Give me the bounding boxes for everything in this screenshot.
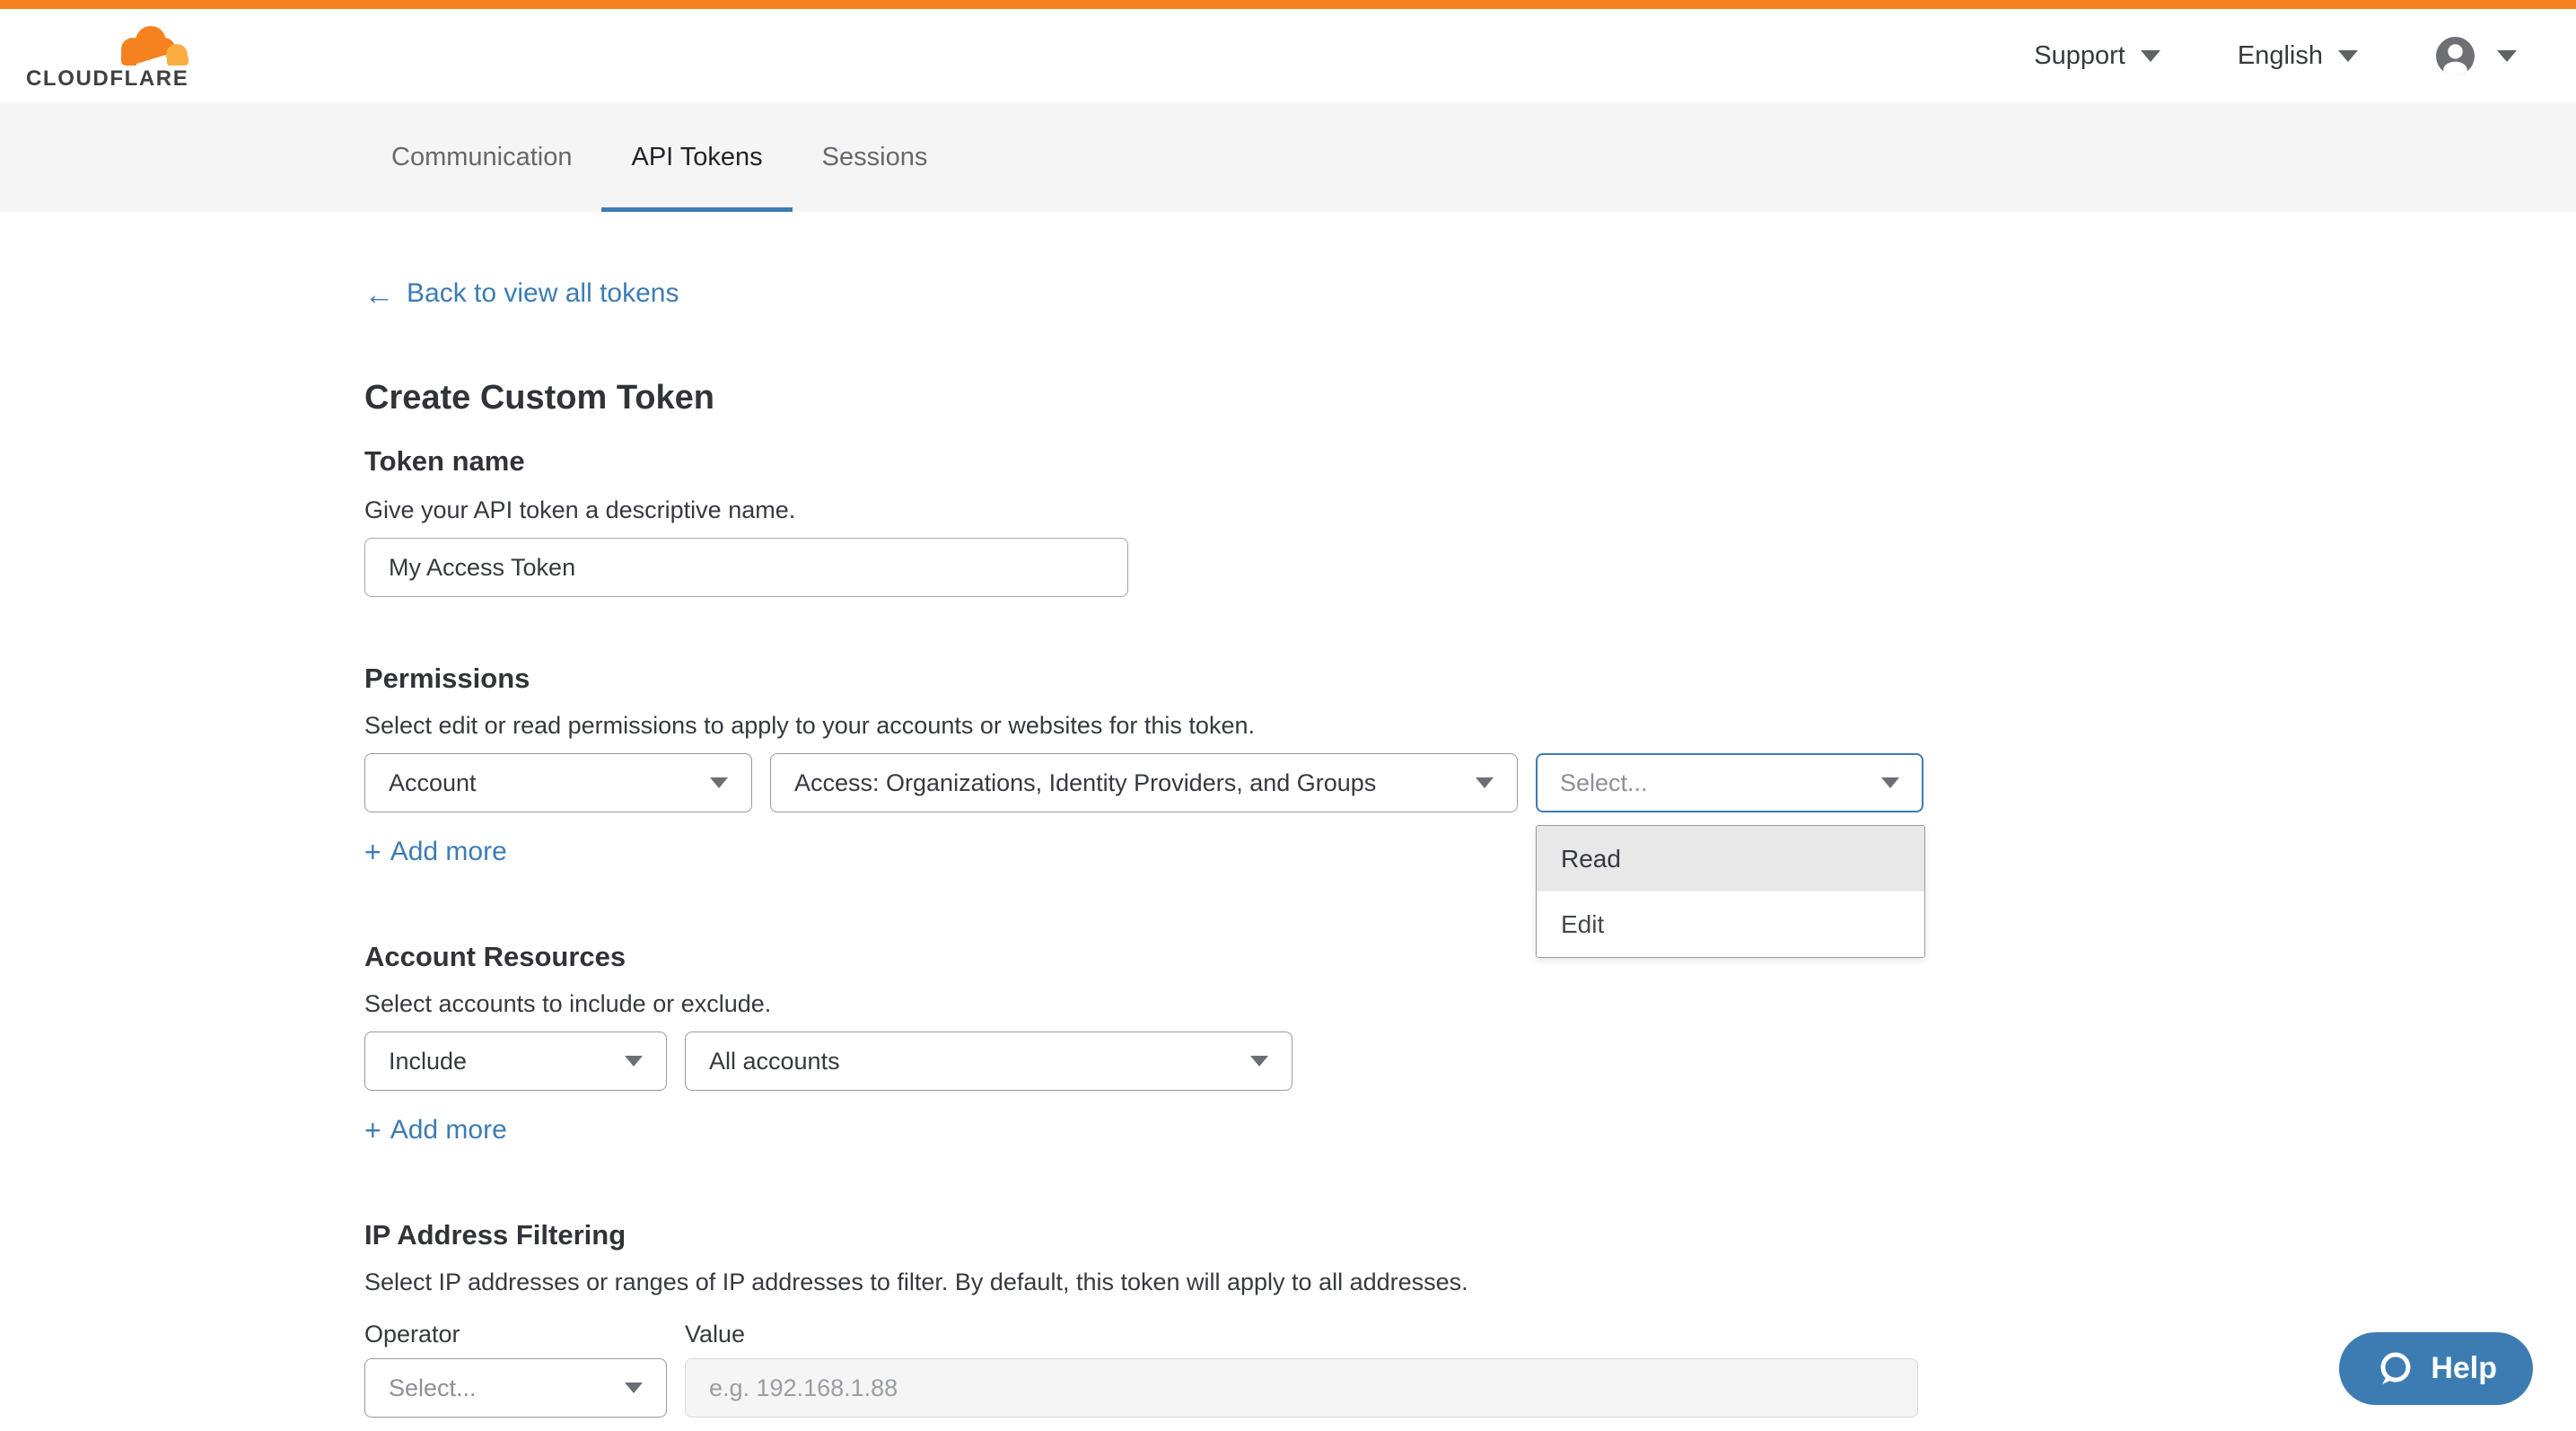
chevron-down-icon [710, 777, 728, 788]
back-link-label: Back to view all tokens [407, 277, 679, 310]
account-resources-row: Include All accounts [364, 1032, 2064, 1091]
chevron-down-icon [2141, 50, 2160, 62]
page-title: Create Custom Token [364, 378, 2064, 417]
ip-filtering-description: Select IP addresses or ranges of IP addr… [364, 1267, 2064, 1297]
back-arrow-icon: ← [364, 279, 394, 309]
chevron-down-icon [2338, 50, 2358, 62]
tab-communication[interactable]: Communication [362, 102, 601, 212]
plus-icon: + [364, 1116, 381, 1145]
permission-scope-select[interactable]: Account [364, 753, 752, 812]
tab-sessions[interactable]: Sessions [793, 102, 958, 212]
permissions-add-more-label: Add more [390, 836, 507, 868]
permissions-add-more-link[interactable]: + Add more [364, 836, 507, 868]
chevron-down-icon [1250, 1056, 1268, 1067]
value-label: Value [685, 1319, 745, 1349]
ip-field-labels: Operator Value [364, 1319, 2064, 1349]
token-name-heading: Token name [364, 444, 2064, 478]
language-menu[interactable]: English [2238, 41, 2358, 71]
top-accent-bar [0, 0, 2576, 9]
tab-api-tokens[interactable]: API Tokens [601, 102, 792, 212]
cloudflare-cloud-icon [111, 22, 192, 67]
chevron-down-icon [625, 1383, 643, 1393]
support-menu[interactable]: Support [2034, 41, 2160, 71]
permission-access-select-wrap: Select... Read Edit [1536, 753, 1923, 812]
permissions-section: Permissions Select edit or read permissi… [364, 662, 2064, 868]
token-name-description: Give your API token a descriptive name. [364, 495, 2064, 525]
account-resources-add-more-link[interactable]: + Add more [364, 1114, 507, 1146]
permission-access-placeholder: Select... [1560, 769, 1648, 797]
permission-access-select[interactable]: Select... [1536, 753, 1923, 812]
back-to-tokens-link[interactable]: ← Back to view all tokens [364, 277, 679, 310]
operator-label: Operator [364, 1319, 685, 1349]
help-button-label: Help [2431, 1351, 2497, 1386]
header-nav: Support English [2034, 36, 2517, 76]
resource-scope-value: All accounts [709, 1048, 840, 1075]
user-avatar-icon [2435, 36, 2475, 76]
permissions-row: Account Access: Organizations, Identity … [364, 753, 2064, 812]
help-button[interactable]: Help [2339, 1332, 2533, 1405]
account-resources-description: Select accounts to include or exclude. [364, 988, 2064, 1019]
cloudflare-logo[interactable]: CLOUDFLARE [26, 22, 197, 90]
chat-bubble-icon [2375, 1349, 2414, 1389]
account-menu[interactable] [2435, 36, 2517, 76]
main-content: ← Back to view all tokens Create Custom … [0, 212, 2064, 1418]
account-resources-add-more-label: Add more [390, 1114, 507, 1146]
ip-filtering-heading: IP Address Filtering [364, 1218, 2064, 1252]
site-header: CLOUDFLARE Support English [0, 9, 2576, 102]
chevron-down-icon [625, 1056, 643, 1067]
ip-operator-select[interactable]: Select... [364, 1358, 667, 1418]
chevron-down-icon [1476, 777, 1494, 788]
plus-icon: + [364, 838, 381, 866]
tab-bar: Communication API Tokens Sessions [0, 102, 2576, 212]
permissions-description: Select edit or read permissions to apply… [364, 710, 2064, 741]
chevron-down-icon [2497, 50, 2517, 62]
permission-group-select[interactable]: Access: Organizations, Identity Provider… [770, 753, 1518, 812]
chevron-down-icon [1881, 777, 1899, 788]
support-menu-label: Support [2034, 41, 2125, 71]
resource-mode-value: Include [389, 1048, 467, 1075]
permission-group-value: Access: Organizations, Identity Provider… [794, 769, 1376, 797]
token-name-input[interactable] [364, 538, 1128, 597]
permission-scope-value: Account [389, 769, 477, 797]
access-option-read[interactable]: Read [1537, 826, 1924, 891]
ip-filtering-section: IP Address Filtering Select IP addresses… [364, 1218, 2064, 1418]
permissions-heading: Permissions [364, 662, 2064, 696]
resource-scope-select[interactable]: All accounts [685, 1032, 1292, 1091]
cloudflare-logo-text: CLOUDFLARE [26, 68, 197, 90]
ip-filtering-row: Select... [364, 1358, 2064, 1418]
account-resources-section: Account Resources Select accounts to inc… [364, 940, 2064, 1146]
access-option-edit[interactable]: Edit [1537, 891, 1924, 957]
ip-value-input [685, 1358, 1918, 1418]
language-menu-label: English [2238, 41, 2323, 71]
token-name-section: Token name Give your API token a descrip… [364, 444, 2064, 597]
ip-operator-placeholder: Select... [389, 1374, 477, 1402]
access-dropdown-menu: Read Edit [1536, 825, 1925, 958]
resource-mode-select[interactable]: Include [364, 1032, 667, 1091]
